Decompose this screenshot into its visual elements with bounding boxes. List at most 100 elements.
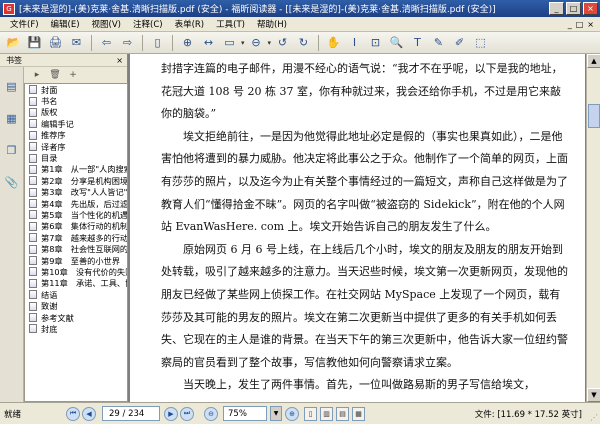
bookmark-page-icon [29,187,37,197]
bookmark-label: 第1章 从一部"人肉搜索 [41,164,127,175]
toolbar-dropdown-icon[interactable]: ▾ [268,39,272,47]
zoom-dropdown-icon[interactable]: ▼ [270,406,282,421]
rotate-right-icon[interactable]: ↻ [294,34,313,52]
bookmark-item[interactable]: 编辑手记 [25,118,127,129]
pages-tab-icon[interactable]: ▦ [3,105,21,131]
bookmark-item[interactable]: 第7章 越来越多的行动 [25,232,127,243]
bookmark-page-icon [29,176,37,186]
single-page-icon[interactable]: ▯ [304,406,317,421]
fit-width-icon[interactable]: ↔ [199,34,218,52]
continuous-icon[interactable]: ▥ [320,406,333,421]
bookmark-item[interactable]: 第3章 改写"人人皆记"的 [25,187,127,198]
bookmark-item[interactable]: 封面 [25,84,127,95]
bookmark-label: 编辑手记 [41,118,74,129]
page-size-text: 文件: [11.69 * 17.52 英寸] [474,409,582,420]
bookmark-item[interactable]: 第11章 承诺、工具、协 [25,278,127,289]
menu-comment[interactable]: 注释(C) [127,18,169,30]
menu-help[interactable]: 帮助(H) [251,18,293,30]
find-icon[interactable]: 🔍 [387,34,406,52]
bookmark-label: 参考文献 [41,312,74,323]
forward-icon[interactable]: ⇨ [118,34,137,52]
maximize-button[interactable]: □ [566,2,581,15]
menu-file[interactable]: 文件(F) [4,18,45,30]
zoom-out-icon[interactable]: ⊖ [247,34,266,52]
page-icon[interactable]: ▯ [148,34,167,52]
bookmark-add-icon[interactable]: + [66,69,80,82]
close-button[interactable]: × [583,2,598,15]
zoom-in-icon[interactable]: ⊕ [178,34,197,52]
first-page-icon[interactable]: ⏮ [66,406,80,421]
bookmark-item[interactable]: 第10章 没有代价的失败 [25,266,127,277]
typewriter-icon[interactable]: T [408,34,427,52]
scroll-up-icon[interactable]: ▲ [587,54,600,68]
bookmark-expand-icon[interactable]: ▸ [30,69,44,82]
open-icon[interactable]: 📂 [4,34,23,52]
toolbar: 📂 💾 🖨 ✉ ⇦ ⇨ ▯ ⊕ ↔ ▭ ▾ ⊖ ▾ ↺ ↻ ✋ I ⊡ 🔍 T ✎ ✐ ⬚ [0,32,600,54]
scroll-down-icon[interactable]: ▼ [587,388,600,402]
bookmark-label: 第6章 集体行动的机制发 [41,221,127,232]
doc-minimize-button[interactable]: _ [568,20,572,29]
vertical-scrollbar[interactable]: ▲ ▼ [586,54,600,402]
bookmark-item[interactable]: 第4章 先出版，后过滤的 [25,198,127,209]
panel-close-icon[interactable]: × [116,56,123,65]
bookmark-label: 封底 [41,323,58,334]
prev-page-icon[interactable]: ◀ [82,406,96,421]
facing-icon[interactable]: ▤ [336,406,349,421]
menu-tools[interactable]: 工具(T) [210,18,251,30]
bookmark-item[interactable]: 目录 [25,152,127,163]
bookmark-page-icon [29,221,37,231]
bookmark-page-icon [29,233,37,243]
zoom-out-status-icon[interactable]: ⊖ [204,406,218,421]
menu-form[interactable]: 表单(R) [169,18,211,30]
zoom-in-status-icon[interactable]: ⊕ [285,406,299,421]
status-text: 就绪 [4,409,22,420]
bookmark-item[interactable]: 版权 [25,107,127,118]
email-icon[interactable]: ✉ [67,34,86,52]
bookmark-item[interactable]: 译者序 [25,141,127,152]
bookmark-item[interactable]: 推荐序 [25,130,127,141]
bookmark-page-icon [29,267,37,277]
bookmark-item[interactable]: 第8章 社会性互联网的 [25,243,127,254]
fit-page-icon[interactable]: ▭ [220,34,239,52]
save-icon[interactable]: 💾 [25,34,44,52]
bookmark-item[interactable]: 结语 [25,289,127,300]
bookmark-item[interactable]: 第1章 从一部"人肉搜索 [25,164,127,175]
zoom-field[interactable]: 75% [223,406,267,421]
document-page[interactable]: 封措字连篇的电子邮件，用漫不经心的语气说：“我才不在乎呢，以下是我的地址，花冠大… [130,54,585,402]
print-icon[interactable]: 🖨 [46,34,65,52]
panel-title: 书签 [6,55,22,65]
rotate-left-icon[interactable]: ↺ [273,34,292,52]
continuous-facing-icon[interactable]: ▦ [352,406,365,421]
stamp-icon[interactable]: ⬚ [471,34,490,52]
next-page-icon[interactable]: ▶ [164,406,178,421]
doc-close-button[interactable]: × [587,20,594,29]
snapshot-icon[interactable]: ⊡ [366,34,385,52]
page-number-field[interactable]: 29 / 234 [102,406,160,421]
bookmark-label: 推荐序 [41,130,66,141]
bookmark-item[interactable]: 致谢 [25,300,127,311]
toolbar-dropdown-icon[interactable]: ▾ [241,39,245,47]
bookmark-item[interactable]: 封底 [25,323,127,334]
resize-grip-icon[interactable]: ⋰ [590,413,598,422]
doc-restore-button[interactable]: □ [576,20,584,29]
highlight-icon[interactable]: ✐ [450,34,469,52]
back-icon[interactable]: ⇦ [97,34,116,52]
bookmark-item[interactable]: 第6章 集体行动的机制发 [25,221,127,232]
bookmark-item[interactable]: 第9章 至善的小世界 [25,255,127,266]
minimize-button[interactable]: _ [549,2,564,15]
menu-view[interactable]: 视图(V) [86,18,127,30]
attachments-tab-icon[interactable]: 📎 [3,169,21,195]
scroll-thumb[interactable] [588,103,600,128]
layers-tab-icon[interactable]: ❐ [3,137,21,163]
bookmark-item[interactable]: 书名 [25,95,127,106]
hand-tool-icon[interactable]: ✋ [324,34,343,52]
bookmarks-tab-icon[interactable]: ▤ [3,73,21,99]
bookmark-item[interactable]: 第5章 当个性化的机遇 [25,209,127,220]
bookmark-item[interactable]: 参考文献 [25,312,127,323]
bookmark-item[interactable]: 第2章 分享是机构困境的 [25,175,127,186]
last-page-icon[interactable]: ⏭ [180,406,194,421]
select-text-icon[interactable]: I [345,34,364,52]
bookmark-delete-icon[interactable]: 🗑 [48,69,62,82]
menu-edit[interactable]: 编辑(E) [45,18,86,30]
note-icon[interactable]: ✎ [429,34,448,52]
